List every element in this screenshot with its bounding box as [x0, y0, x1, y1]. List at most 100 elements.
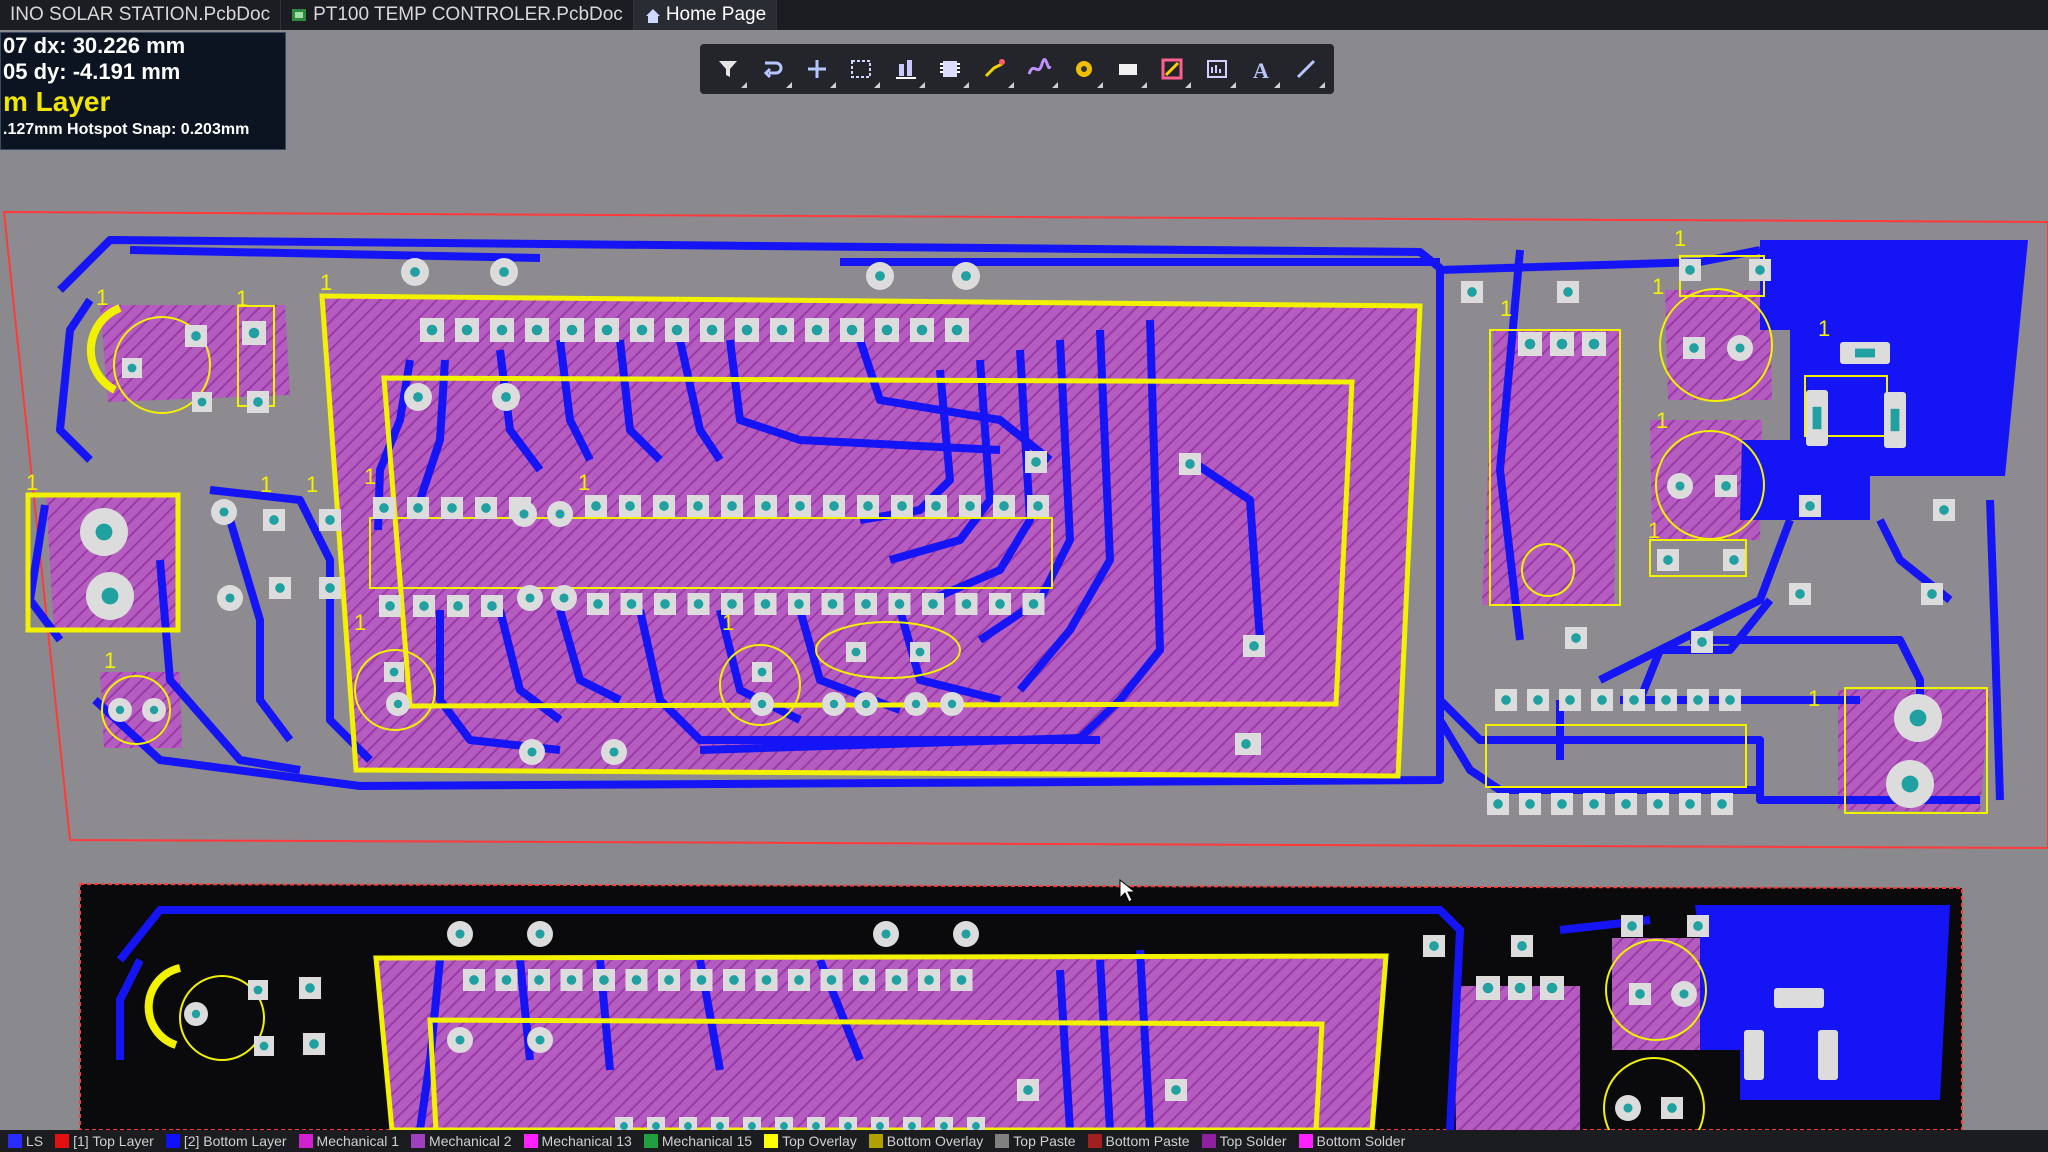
pad-hole — [1697, 637, 1707, 647]
layer-color-swatch — [995, 1134, 1010, 1148]
pad-hole — [626, 599, 637, 609]
tab-home-page[interactable]: Home Page — [633, 0, 778, 30]
pad-hole — [741, 324, 753, 336]
pad-hole — [727, 501, 737, 511]
align-icon[interactable] — [889, 52, 925, 88]
layer-tab[interactable]: [1] Top Layer — [47, 1133, 154, 1149]
pad-hole — [1185, 459, 1195, 469]
pad-hole — [115, 705, 125, 715]
pad-hole — [269, 515, 279, 525]
hud-dy: 05 dy: -4.191 mm — [3, 59, 181, 84]
layer-tab[interactable]: [2] Bottom Layer — [158, 1133, 287, 1149]
select-rect-icon[interactable] — [844, 52, 881, 88]
slot-hole — [1855, 348, 1875, 358]
pad-hole — [191, 331, 201, 341]
dimension-icon[interactable] — [1200, 52, 1236, 88]
pad-hole — [455, 929, 465, 939]
pad-hole — [924, 975, 934, 985]
pad-hole — [413, 392, 423, 402]
via-icon[interactable] — [1067, 52, 1103, 88]
pad-hole — [253, 985, 263, 995]
pad-hole — [1653, 799, 1663, 809]
pad-hole — [757, 667, 767, 677]
diff-pair-icon[interactable] — [1022, 52, 1059, 88]
layer-tab[interactable]: Bottom Solder — [1291, 1133, 1405, 1149]
pad-hole — [760, 599, 771, 609]
layer-tab[interactable]: Bottom Paste — [1080, 1133, 1190, 1149]
pad-hole — [1735, 343, 1745, 353]
pad-hole — [248, 327, 260, 339]
layer-label: Mechanical 13 — [541, 1133, 632, 1149]
layer-tab[interactable]: Mechanical 1 — [291, 1133, 400, 1149]
layer-tab[interactable]: Top Overlay — [756, 1133, 857, 1149]
interactive-route-icon[interactable] — [978, 52, 1014, 88]
crosshair-icon[interactable] — [800, 52, 837, 88]
pad-hole — [1525, 799, 1535, 809]
pad-hole — [812, 1122, 820, 1130]
pad-hole — [591, 501, 601, 511]
pad-hole — [727, 599, 737, 609]
pad-hole — [1627, 921, 1637, 931]
pad-hole — [972, 1122, 980, 1130]
layer-color-swatch — [523, 1134, 538, 1148]
svg-text:1: 1 — [722, 610, 734, 635]
pad-hole — [1635, 989, 1645, 999]
pad-hole — [827, 599, 838, 609]
pad-hole — [811, 324, 823, 336]
pad-hole — [1623, 1103, 1633, 1113]
route-icon[interactable] — [756, 52, 792, 88]
pad-hole — [684, 1122, 692, 1130]
svg-text:1: 1 — [1818, 316, 1830, 341]
svg-text:1: 1 — [1500, 296, 1512, 321]
pad-hole — [780, 1122, 788, 1130]
pad-hole — [1725, 695, 1735, 705]
layer-label: Mechanical 1 — [316, 1133, 400, 1149]
fill-icon[interactable] — [1111, 52, 1147, 88]
pad-hole — [149, 705, 159, 715]
slot-hole — [1812, 406, 1822, 430]
pcb-canvas[interactable]: 1 1 1 1 1 1 1 1 1 1 1 1 1 1 1 1 1 1 — [0, 30, 2048, 1130]
pad-hole — [1533, 695, 1543, 705]
component-icon[interactable] — [933, 52, 970, 88]
polygon-icon[interactable] — [1155, 52, 1192, 88]
pad-hole — [501, 392, 511, 402]
pad-hole — [325, 583, 335, 593]
pad-hole — [95, 523, 113, 541]
pad-hole — [1556, 338, 1568, 350]
svg-text:1: 1 — [1652, 274, 1664, 299]
layer-label: Top Overlay — [782, 1133, 857, 1149]
pad-hole — [426, 324, 438, 336]
pcb-drawing[interactable]: 1 1 1 1 1 1 1 1 1 1 1 1 1 1 1 1 1 1 — [0, 30, 2048, 1130]
text-icon[interactable]: A — [1244, 52, 1281, 88]
pcb-doc-icon — [291, 7, 307, 23]
pad-hole — [696, 975, 707, 985]
layer-tab[interactable]: Mechanical 2 — [403, 1133, 512, 1149]
pad-hole — [601, 324, 613, 336]
pad-hole — [1429, 941, 1439, 951]
layer-label: LS — [26, 1133, 44, 1149]
layer-label: Bottom Paste — [1105, 1133, 1190, 1149]
pad-hole — [1517, 941, 1527, 951]
svg-text:1: 1 — [1674, 226, 1686, 251]
tab-solar-station[interactable]: INO SOLAR STATION.PcbDoc — [0, 0, 282, 30]
pad-hole — [1621, 799, 1631, 809]
pad-hole — [961, 599, 972, 609]
layer-tab[interactable]: LS — [0, 1133, 43, 1149]
pad-hole — [534, 975, 544, 985]
layer-tab[interactable]: Top Solder — [1194, 1133, 1287, 1149]
pad-hole — [1524, 338, 1536, 350]
pad-hole — [876, 1122, 884, 1130]
tab-pt100[interactable]: PT100 TEMP CONTROLER.PcbDoc — [281, 0, 634, 30]
pad-hole — [305, 983, 315, 993]
layer-tab[interactable]: Mechanical 13 — [516, 1133, 632, 1149]
layer-tab[interactable]: Top Paste — [987, 1133, 1076, 1149]
pad-hole — [101, 587, 119, 605]
pad-hole — [1588, 338, 1600, 350]
layer-tab[interactable]: Mechanical 15 — [636, 1133, 752, 1149]
line-icon[interactable] — [1289, 52, 1325, 88]
layer-tab[interactable]: Bottom Overlay — [861, 1133, 983, 1149]
filter-icon[interactable] — [711, 52, 748, 88]
slot-pad — [1818, 1030, 1838, 1080]
pad-hole — [931, 501, 941, 511]
pad-hole — [956, 975, 967, 985]
